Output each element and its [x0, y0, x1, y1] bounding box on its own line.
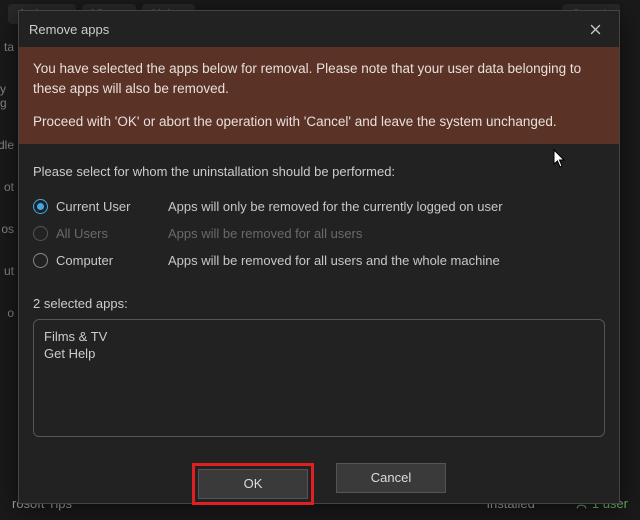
radio-label: Computer [56, 253, 160, 268]
scope-prompt: Please select for whom the uninstallatio… [33, 164, 605, 179]
dialog-content: Please select for whom the uninstallatio… [19, 144, 619, 447]
radio-all-users: All Users Apps will be removed for all u… [33, 220, 605, 247]
selected-apps-list: Films & TV Get Help [33, 319, 605, 437]
dialog-titlebar: Remove apps [19, 11, 619, 47]
radio-icon [33, 253, 48, 268]
dialog-title: Remove apps [29, 22, 109, 37]
radio-computer[interactable]: Computer Apps will be removed for all us… [33, 247, 605, 274]
ok-button[interactable]: OK [198, 469, 308, 499]
radio-label: All Users [56, 226, 160, 241]
background-left-strip: ta y g dle ot os ut o [0, 40, 14, 320]
radio-label: Current User [56, 199, 160, 214]
warning-text-1: You have selected the apps below for rem… [33, 59, 605, 98]
remove-apps-dialog: Remove apps You have selected the apps b… [18, 10, 620, 504]
radio-desc: Apps will be removed for all users and t… [168, 253, 500, 268]
close-icon [590, 24, 601, 35]
dialog-buttons: OK Cancel [19, 447, 619, 519]
close-button[interactable] [581, 17, 609, 41]
radio-desc: Apps will be removed for all users [168, 226, 362, 241]
radio-icon [33, 199, 48, 214]
list-item: Films & TV [44, 328, 594, 346]
selected-apps-label: 2 selected apps: [33, 296, 605, 311]
warning-text-2: Proceed with 'OK' or abort the operation… [33, 112, 605, 132]
list-item: Get Help [44, 345, 594, 363]
radio-current-user[interactable]: Current User Apps will only be removed f… [33, 193, 605, 220]
cancel-button[interactable]: Cancel [336, 463, 446, 493]
radio-desc: Apps will only be removed for the curren… [168, 199, 503, 214]
radio-icon [33, 226, 48, 241]
warning-banner: You have selected the apps below for rem… [19, 47, 619, 144]
ok-highlight: OK [192, 463, 314, 505]
